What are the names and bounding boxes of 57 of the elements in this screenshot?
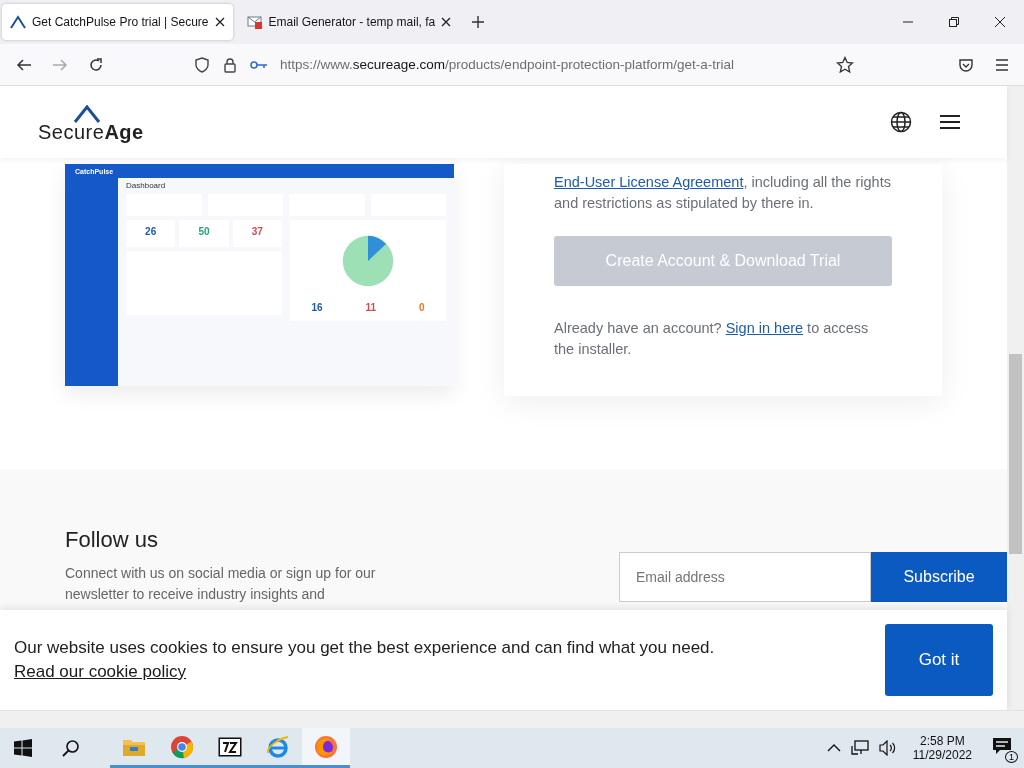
agreement-text: End-User License Agreement, including all the rights and restrictions as stipulated by there in. xyxy=(554,173,892,213)
speech-bubble-icon[interactable] xyxy=(992,737,1012,755)
browser-circle-icon xyxy=(170,734,194,759)
close-icon[interactable] xyxy=(994,16,1006,28)
menu-icon[interactable] xyxy=(939,114,961,130)
accept-cookies-button[interactable]: Got it xyxy=(885,624,993,696)
signin-link[interactable]: Sign in here xyxy=(725,320,804,336)
signin-text: Already have an account? Sign in here to access the installer. xyxy=(554,319,870,359)
clock-date[interactable]: 11/29/2022 xyxy=(912,748,972,762)
follow-heading: Follow us xyxy=(65,527,159,553)
vertical-scrollbar[interactable] xyxy=(1007,86,1024,710)
speaker-icon[interactable] xyxy=(878,740,897,756)
star-icon[interactable] xyxy=(836,55,854,74)
search-icon[interactable] xyxy=(62,739,80,757)
stat-value: 0 xyxy=(418,302,425,313)
stat-value: 50 xyxy=(179,220,229,247)
archive-app-icon xyxy=(218,736,242,757)
stat-value: 11 xyxy=(365,302,377,313)
stat-value: 37 xyxy=(232,220,282,247)
globe-icon[interactable] xyxy=(890,111,912,133)
envelope-icon xyxy=(246,14,263,30)
reload-icon[interactable] xyxy=(88,56,104,73)
back-arrow-icon[interactable] xyxy=(16,56,32,73)
network-icon[interactable] xyxy=(850,740,869,756)
secureage-logo[interactable]: SecureAge xyxy=(38,100,144,144)
taskbar-app[interactable] xyxy=(302,728,350,768)
tab-title: Get CatchPulse Pro trial | Secure xyxy=(32,15,209,29)
stat-value: 16 xyxy=(311,302,323,313)
chevron-logo-icon xyxy=(10,14,26,30)
stat-value: 26 xyxy=(126,220,176,247)
e-browser-icon xyxy=(266,734,290,759)
cookie-message: Our website uses cookies to ensure you get the best experience and can find what you need. Read our cookie policy xyxy=(14,637,716,683)
horizontal-scrollbar[interactable] xyxy=(0,710,1024,728)
lock-icon xyxy=(222,56,238,73)
chevron-up-icon[interactable] xyxy=(826,743,841,753)
notification-count: 1 xyxy=(1005,751,1018,763)
shield-icon xyxy=(194,56,210,73)
pie-chart-drawing xyxy=(341,234,395,288)
browser-tab[interactable]: Get CatchPulse Pro trial | Secure xyxy=(2,4,233,40)
key-icon xyxy=(250,58,268,71)
cookie-policy-link[interactable]: Read our cookie policy xyxy=(14,662,186,681)
fox-browser-icon xyxy=(314,734,338,759)
clock-time[interactable]: 2:58 PM xyxy=(920,734,965,748)
pocket-icon[interactable] xyxy=(958,56,974,73)
close-icon[interactable] xyxy=(441,17,452,27)
tab-title: Email Generator - temp mail, fa xyxy=(268,15,436,29)
email-field[interactable]: Email address xyxy=(619,552,871,602)
browser-tab[interactable]: Email Generator - temp mail, fa xyxy=(238,4,460,40)
subscribe-button[interactable]: Subscribe xyxy=(871,552,1007,602)
windows-start-icon[interactable] xyxy=(14,739,32,757)
agreement-link[interactable]: End-User License Agreement xyxy=(554,174,744,190)
follow-description: Connect with us on social media or sign up for our newsletter to receive industry insights and xyxy=(65,564,377,604)
dashboard-title: Dashboard xyxy=(126,181,167,190)
restore-icon[interactable] xyxy=(948,16,960,28)
plus-icon[interactable] xyxy=(471,15,486,29)
url-text: https://www.secureage.com/products/endpoint-protection-platform/get-a-trial xyxy=(280,57,734,72)
close-icon[interactable] xyxy=(214,17,225,27)
